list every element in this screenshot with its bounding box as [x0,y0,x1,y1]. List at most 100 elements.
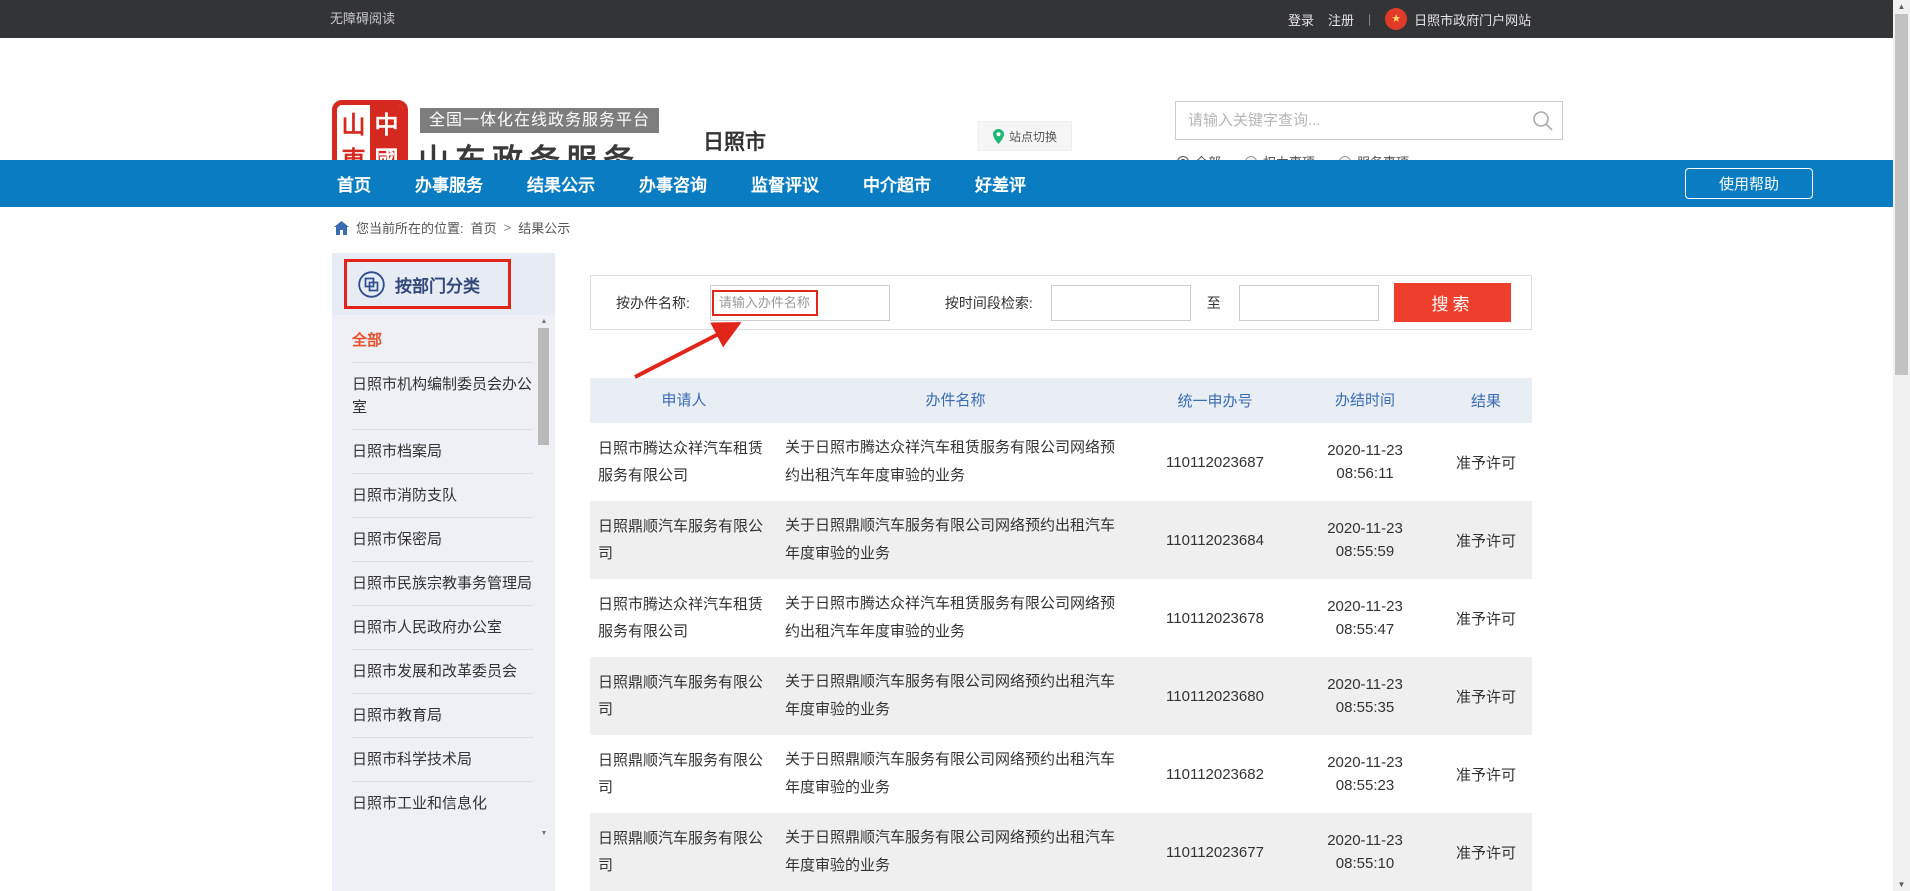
cell-applicant: 日照鼎顺汽车服务有限公司 [590,739,780,809]
site-switch-button[interactable]: 站点切换 [978,121,1072,151]
sidebar-list: 全部日照市机构编制委员会办公室日照市档案局日照市消防支队日照市保密局日照市民族宗… [332,315,555,825]
cell-apply-no: 110112023678 [1140,610,1290,627]
nav-item-3[interactable]: 办事咨询 [639,171,707,196]
col-header-result: 结果 [1440,390,1532,411]
cell-applicant: 日照鼎顺汽车服务有限公司 [590,817,780,887]
department-sidebar: 按部门分类 全部日照市机构编制委员会办公室日照市档案局日照市消防支队日照市保密局… [332,253,555,891]
sidebar-item-1[interactable]: 日照市机构编制委员会办公室 [352,363,533,430]
topbar: 无障碍阅读 登录 注册 | ★ 日照市政府门户网站 [0,0,1893,38]
col-header-applicant: 申请人 [590,379,780,422]
main-content: 按办件名称: 按时间段检索: 至 搜索 申请人 办件名称 [590,275,1532,891]
national-emblem-icon: ★ [1385,8,1407,30]
nav-item-1[interactable]: 办事服务 [415,171,483,196]
sidebar-item-0[interactable]: 全部 [352,319,533,363]
cell-result: 准予许可 [1440,608,1532,629]
table-body: 日照市腾达众祥汽车租赁服务有限公司关于日照市腾达众祥汽车租赁服务有限公司网络预约… [590,423,1532,891]
portal-link[interactable]: ★ 日照市政府门户网站 [1385,8,1531,30]
city-name: 日照市 [703,126,766,156]
page-scrollbar-thumb[interactable] [1895,14,1908,375]
sidebar-item-3[interactable]: 日照市消防支队 [352,474,533,518]
cell-applicant: 日照市腾达众祥汽车租赁服务有限公司 [590,427,780,497]
sidebar-scrollbar-thumb[interactable] [538,328,549,445]
table-row-1: 日照鼎顺汽车服务有限公司关于日照鼎顺汽车服务有限公司网络预约出租汽车年度审验的业… [590,501,1532,579]
main-nav: 首页 办事服务 结果公示 办事咨询 监督评议 中介超市 好差评 使用帮助 [0,160,1893,207]
cell-finish-time: 2020-11-2308:55:47 [1290,595,1440,641]
nav-item-6[interactable]: 好差评 [975,171,1026,196]
cell-finish-time: 2020-11-2308:56:11 [1290,439,1440,485]
name-filter-label: 按办件名称: [616,293,690,313]
search-button[interactable]: 搜索 [1394,283,1511,322]
sidebar-item-4[interactable]: 日照市保密局 [352,518,533,562]
topbar-right: 登录 注册 | ★ 日照市政府门户网站 [1288,0,1531,38]
to-label: 至 [1207,293,1221,313]
nav-item-0[interactable]: 首页 [337,171,371,196]
sidebar-item-6[interactable]: 日照市人民政府办公室 [352,606,533,650]
cell-finish-time: 2020-11-2308:55:35 [1290,673,1440,719]
sidebar-item-2[interactable]: 日照市档案局 [352,430,533,474]
seal-char: 中 [370,105,403,140]
sidebar-item-8[interactable]: 日照市教育局 [352,694,533,738]
login-link[interactable]: 登录 [1288,10,1314,29]
cell-finish-time: 2020-11-2308:55:23 [1290,751,1440,797]
site-switch-label: 站点切换 [1009,128,1057,145]
col-header-apply-no: 统一申办号 [1140,390,1290,411]
cell-title: 关于日照鼎顺汽车服务有限公司网络预约出租汽车年度审验的业务 [780,660,1140,732]
keyword-search [1175,101,1563,140]
time-filter-label: 按时间段检索: [945,293,1033,313]
nav-items: 首页 办事服务 结果公示 办事咨询 监督评议 中介超市 好差评 [337,160,1026,207]
nav-item-5[interactable]: 中介超市 [863,171,931,196]
sidebar-item-9[interactable]: 日照市科学技术局 [352,738,533,782]
nav-item-2[interactable]: 结果公示 [527,171,595,196]
table-row-0: 日照市腾达众祥汽车租赁服务有限公司关于日照市腾达众祥汽车租赁服务有限公司网络预约… [590,423,1532,501]
breadcrumb-home[interactable]: 首页 [471,218,497,237]
sidebar-title: 按部门分类 [395,272,480,297]
keyword-search-input[interactable] [1176,112,1524,129]
sidebar-item-7[interactable]: 日照市发展和改革委员会 [352,650,533,694]
cell-finish-time: 2020-11-2308:55:10 [1290,829,1440,875]
date-from-input[interactable] [1051,285,1191,321]
cell-title: 关于日照市腾达众祥汽车租赁服务有限公司网络预约出租汽车年度审验的业务 [780,582,1140,654]
case-name-input[interactable] [710,285,890,321]
sidebar-item-5[interactable]: 日照市民族宗教事务管理局 [352,562,533,606]
accessibility-link[interactable]: 无障碍阅读 [330,0,395,38]
cell-result: 准予许可 [1440,452,1532,473]
header: 山 中 東 國 全国一体化在线政务服务平台 山东政务服务 日照市 站点切换 全部 [0,38,1910,160]
cell-apply-no: 110112023677 [1140,844,1290,861]
cell-apply-no: 110112023682 [1140,766,1290,783]
breadcrumb-current[interactable]: 结果公示 [518,218,570,237]
cell-title: 关于日照市腾达众祥汽车租赁服务有限公司网络预约出租汽车年度审验的业务 [780,426,1140,498]
sidebar-item-10[interactable]: 日照市工业和信息化 [352,782,533,825]
cell-applicant: 日照鼎顺汽车服务有限公司 [590,661,780,731]
breadcrumb-label: 您当前所在的位置: [356,218,464,237]
help-button[interactable]: 使用帮助 [1685,168,1813,199]
topbar-divider: | [1368,12,1371,26]
sidebar-scroll-down-icon[interactable]: ▼ [538,830,550,837]
table-row-5: 日照鼎顺汽车服务有限公司关于日照鼎顺汽车服务有限公司网络预约出租汽车年度审验的业… [590,813,1532,891]
cell-title: 关于日照鼎顺汽车服务有限公司网络预约出租汽车年度审验的业务 [780,504,1140,576]
home-icon [334,221,349,235]
date-to-input[interactable] [1239,285,1379,321]
table-row-3: 日照鼎顺汽车服务有限公司关于日照鼎顺汽车服务有限公司网络预约出租汽车年度审验的业… [590,657,1532,735]
category-icon [358,271,385,298]
location-pin-icon [993,129,1004,144]
sidebar-header: 按部门分类 [332,253,555,315]
results-table: 申请人 办件名称 统一申办号 办结时间 结果 日照市腾达众祥汽车租赁服务有限公司… [590,378,1532,891]
cell-apply-no: 110112023684 [1140,532,1290,549]
scrollbar-down-icon[interactable]: ▼ [1893,880,1910,889]
scrollbar-up-icon[interactable]: ▲ [1893,2,1910,11]
page: 无障碍阅读 登录 注册 | ★ 日照市政府门户网站 山 中 東 國 全国一体化在… [0,0,1910,891]
sidebar-scroll-up-icon[interactable]: ▲ [538,318,550,325]
register-link[interactable]: 注册 [1328,10,1354,29]
platform-badge: 全国一体化在线政务服务平台 [420,108,659,133]
filter-bar: 按办件名称: 按时间段检索: 至 搜索 [590,275,1532,330]
cell-applicant: 日照市腾达众祥汽车租赁服务有限公司 [590,583,780,653]
nav-item-4[interactable]: 监督评议 [751,171,819,196]
cell-result: 准予许可 [1440,530,1532,551]
cell-apply-no: 110112023687 [1140,454,1290,471]
search-icon[interactable] [1524,110,1562,132]
seal-char: 山 [337,105,370,140]
cell-title: 关于日照鼎顺汽车服务有限公司网络预约出租汽车年度审验的业务 [780,816,1140,888]
name-input-wrap [710,285,890,321]
cell-applicant: 日照鼎顺汽车服务有限公司 [590,505,780,575]
cell-apply-no: 110112023680 [1140,688,1290,705]
